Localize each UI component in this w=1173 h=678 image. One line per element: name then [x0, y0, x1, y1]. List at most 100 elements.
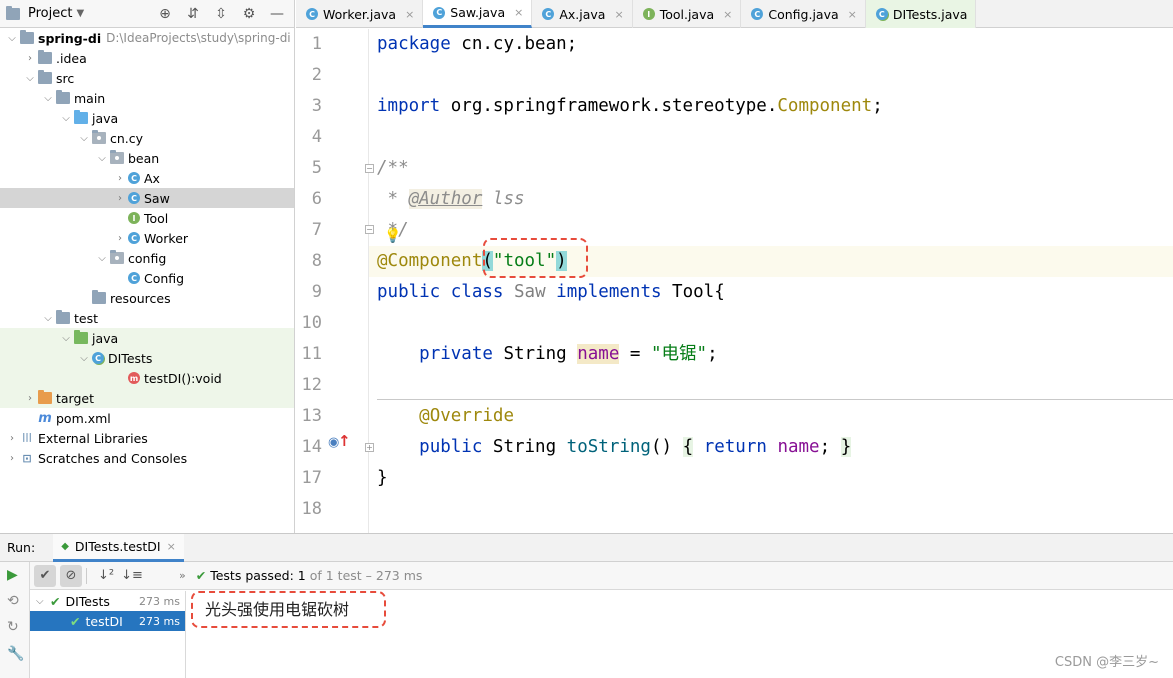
wrench-icon[interactable]: 🔧 [7, 646, 24, 662]
chevron-right-icon[interactable]: › [4, 433, 20, 444]
chevron-right-icon[interactable]: › [4, 453, 20, 464]
test-result-row[interactable]: ✔ testDI 273 ms [30, 611, 185, 631]
tab-worker-java[interactable]: C Worker.java × [296, 0, 424, 28]
project-folder-icon [6, 5, 20, 20]
interface-icon: I [128, 212, 140, 224]
tree-item-spring-di[interactable]: ⌵ spring-di D:\IdeaProjects\study\spring-d… [0, 28, 294, 48]
sort-duration-icon[interactable]: ↓≡ [121, 565, 143, 587]
tree-item-java[interactable]: ⌵ java [0, 328, 294, 348]
tree-item-label: spring-di [38, 30, 102, 46]
chevron-right-icon[interactable]: › [22, 53, 38, 64]
tree-item-bean[interactable]: ⌵ bean [0, 148, 294, 168]
run-side-toolbar: ▶ ⟲ ↻ 🔧 [0, 562, 30, 678]
chevron-right-icon[interactable]: › [112, 233, 128, 244]
tree-item-config[interactable]: C Config [0, 268, 294, 288]
close-icon[interactable]: × [167, 540, 176, 553]
chevron-down-icon[interactable]: ⌵ [36, 596, 50, 607]
tree-item-label: Config [144, 270, 185, 286]
chevron-down-icon[interactable]: ⌵ [76, 353, 92, 364]
line-number: 2 [311, 65, 322, 85]
fold-marker[interactable]: − [365, 225, 374, 234]
tree-item-label: test [74, 310, 99, 326]
chevron-down-icon[interactable]: ⌵ [94, 153, 110, 164]
override-gutter-icon[interactable]: ↑ [338, 432, 351, 450]
tree-item-target[interactable]: › target [0, 388, 294, 408]
test-folder-icon [74, 330, 88, 344]
tab-ax-java[interactable]: C Ax.java × [532, 0, 633, 28]
chevron-right-icon[interactable]: › [112, 193, 128, 204]
line-number: 1 [311, 34, 322, 54]
class-icon: C [306, 8, 318, 20]
tree-item-pom-xml[interactable]: m pom.xml [0, 408, 294, 428]
tab-saw-java[interactable]: C Saw.java × [423, 0, 533, 28]
tree-item-java[interactable]: ⌵ java [0, 108, 294, 128]
fold-marker[interactable]: − [365, 164, 374, 173]
tree-item-test[interactable]: ⌵ test [0, 308, 294, 328]
method-separator [377, 399, 1173, 400]
tree-item-external-libraries[interactable]: › ||| External Libraries [0, 428, 294, 448]
tree-item-main[interactable]: ⌵ main [0, 88, 294, 108]
tree-item-testdi-void[interactable]: m testDI():void [0, 368, 294, 388]
test-status: ✔ Tests passed: 1 of 1 test – 273 ms [196, 568, 423, 583]
toggle-auto-test-icon[interactable]: ↻ [7, 619, 19, 635]
tab-label: Config.java [768, 6, 839, 22]
tree-item-config[interactable]: ⌵ config [0, 248, 294, 268]
code-line-7: */ [377, 220, 409, 240]
chevron-down-icon[interactable]: ⌵ [40, 93, 56, 104]
expand-toolbar-icon[interactable]: » [179, 569, 186, 582]
tree-item-saw[interactable]: › C Saw [0, 188, 294, 208]
folder-icon [92, 290, 106, 304]
expand-all-icon[interactable]: ⇵ [186, 6, 200, 22]
chevron-right-icon[interactable]: › [22, 393, 38, 404]
project-tool-window: Project ▼ ⊕ ⇵ ⇳ ⚙ — ⌵ spring-di D:\IdeaPro… [0, 0, 295, 533]
rerun-icon[interactable]: ▶ [7, 567, 18, 583]
line-number: 18 [301, 499, 322, 519]
chevron-down-icon[interactable]: ⌵ [94, 253, 110, 264]
tree-item-label: DITests [108, 350, 153, 366]
tree-item-label: config [128, 250, 167, 266]
rerun-failed-icon[interactable]: ⟲ [7, 593, 19, 609]
code-editor[interactable]: 1 2 3 4 5 6 7 8 9 10 11 12 13 14 17 18 − − + 💡 ◉ ↑ pack… [296, 29, 1173, 533]
sort-alpha-icon[interactable]: ↓² [95, 565, 117, 587]
gear-icon[interactable]: ⚙ [242, 6, 256, 22]
close-icon[interactable]: × [405, 8, 414, 21]
close-icon[interactable]: × [848, 8, 857, 21]
tree-item--idea[interactable]: › .idea [0, 48, 294, 68]
chevron-down-icon[interactable]: ⌵ [58, 113, 74, 124]
tab-ditests-java[interactable]: C DITests.java [865, 0, 977, 28]
collapse-all-icon[interactable]: ⇳ [214, 6, 228, 22]
chevron-down-icon[interactable]: ⌵ [22, 73, 38, 84]
tree-item-label: java [92, 330, 119, 346]
tree-item-ditests[interactable]: ⌵ C DITests [0, 348, 294, 368]
chevron-down-icon[interactable]: ⌵ [4, 33, 20, 44]
locate-file-icon[interactable]: ⊕ [158, 6, 172, 22]
chevron-down-icon[interactable]: ⌵ [58, 333, 74, 344]
fold-marker[interactable]: + [365, 443, 374, 452]
line-number: 5 [311, 158, 322, 178]
minimize-icon[interactable]: — [270, 6, 284, 22]
tree-item-src[interactable]: ⌵ src [0, 68, 294, 88]
tree-item-tool[interactable]: I Tool [0, 208, 294, 228]
tree-item-scratches-and-consoles[interactable]: › ⊡ Scratches and Consoles [0, 448, 294, 468]
project-view-selector[interactable]: Project ▼ [6, 5, 84, 21]
show-passed-icon[interactable]: ✔ [34, 564, 56, 587]
close-icon[interactable]: × [614, 8, 623, 21]
tab-config-java[interactable]: C Config.java × [741, 0, 866, 28]
chevron-right-icon[interactable]: › [112, 173, 128, 184]
tree-item-worker[interactable]: › C Worker [0, 228, 294, 248]
tab-tool-java[interactable]: I Tool.java × [633, 0, 742, 28]
chevron-down-icon[interactable]: ⌵ [76, 133, 92, 144]
tree-item-resources[interactable]: resources [0, 288, 294, 308]
console-output[interactable]: 光头强使用电锯砍树 [187, 591, 1173, 678]
tree-item-ax[interactable]: › C Ax [0, 168, 294, 188]
tree-item-label: main [74, 90, 106, 106]
show-ignored-icon[interactable]: ⊘ [60, 564, 82, 587]
chevron-down-icon[interactable]: ⌵ [40, 313, 56, 324]
tree-item-cn-cy[interactable]: ⌵ cn.cy [0, 128, 294, 148]
close-icon[interactable]: × [723, 8, 732, 21]
test-result-row[interactable]: ⌵ ✔ DITests 273 ms [30, 591, 185, 611]
close-icon[interactable]: × [514, 6, 523, 19]
tree-item-label: External Libraries [38, 430, 148, 446]
run-tab[interactable]: ◆ DITests.testDI × [53, 533, 184, 562]
package-icon [92, 130, 106, 144]
